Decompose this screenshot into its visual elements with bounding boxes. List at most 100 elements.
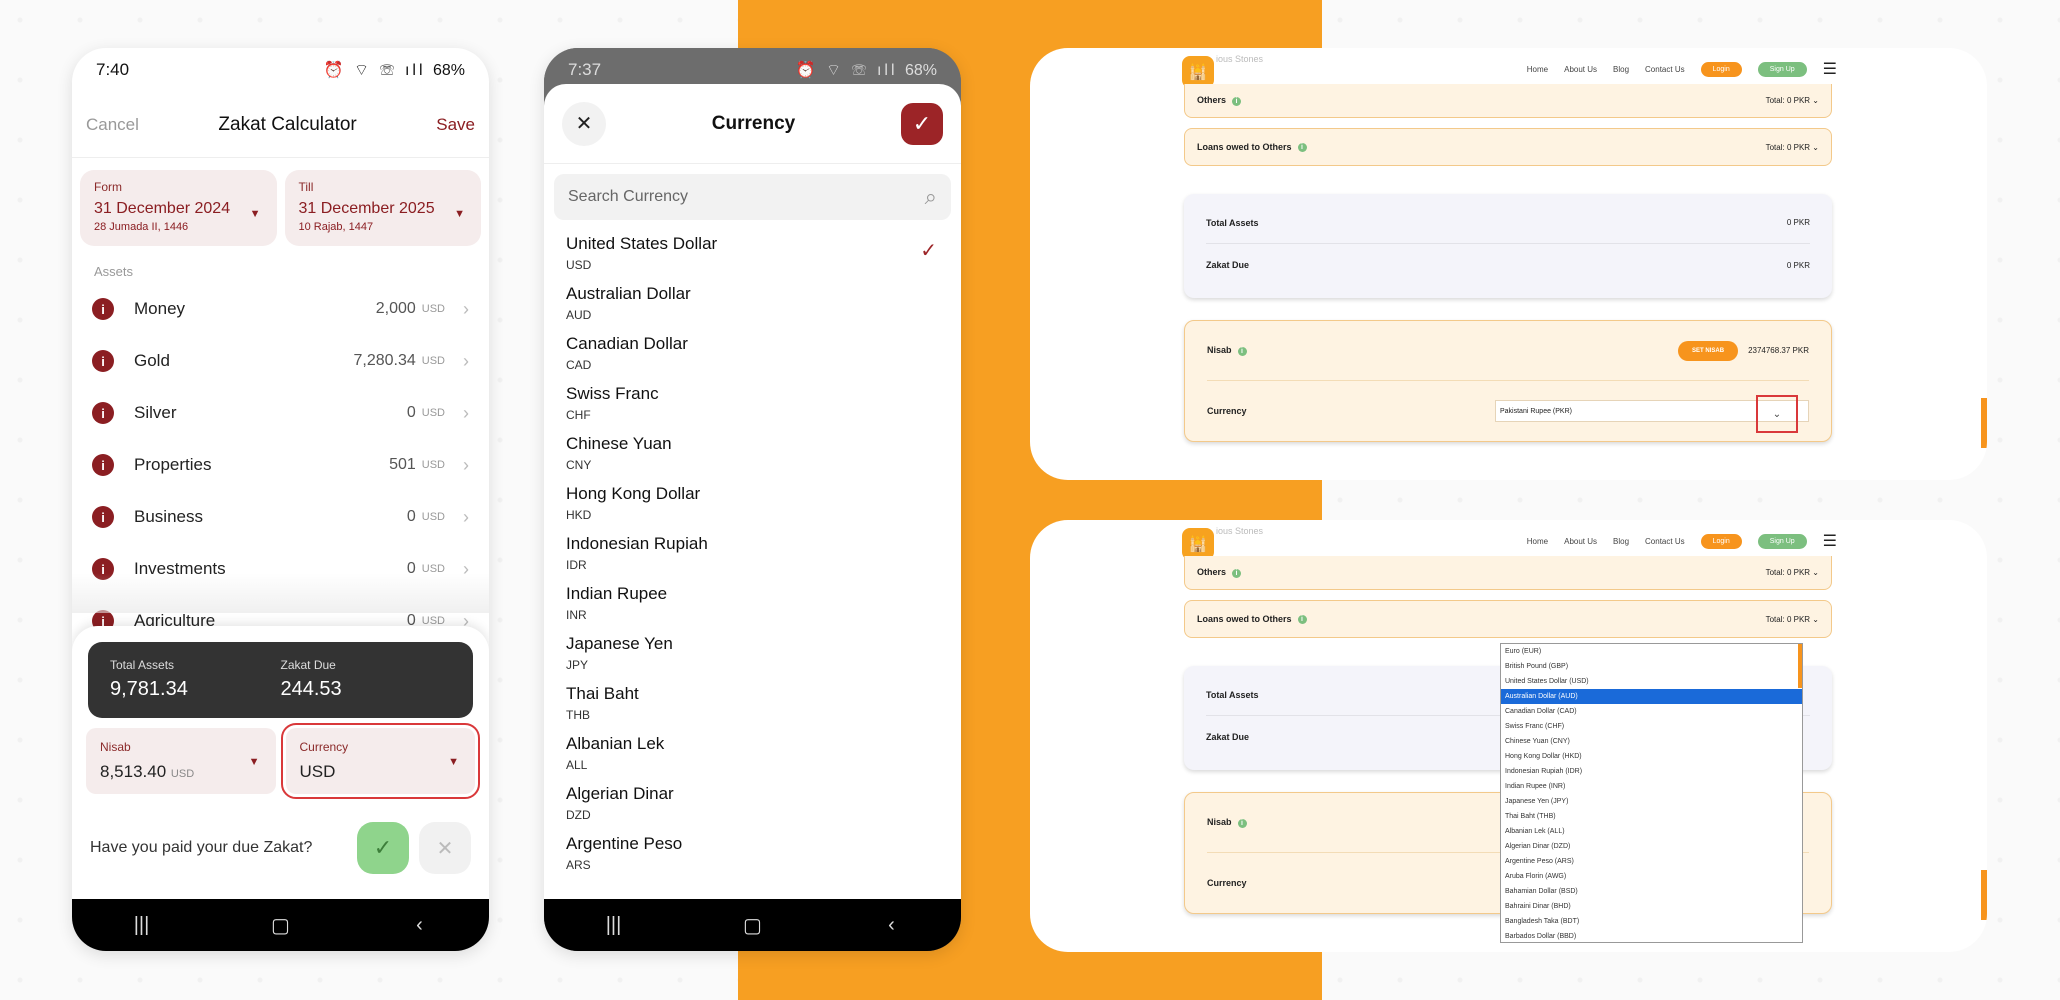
dropdown-option-selected[interactable]: Australian Dollar (AUD) [1501, 689, 1802, 704]
status-time: 7:40 [96, 60, 130, 79]
status-icons: ⏰ ⌔ ☏ ıll [323, 62, 433, 79]
currency-item-thb[interactable]: Thai Baht THB [544, 684, 961, 734]
recent-apps-icon[interactable]: ||| [112, 914, 172, 937]
page-title: Zakat Calculator [218, 113, 357, 135]
nav-link-contact[interactable]: Contact Us [1645, 537, 1685, 546]
menu-icon[interactable]: ☰ [1823, 531, 1837, 551]
nav-link-contact[interactable]: Contact Us [1645, 65, 1685, 74]
totals-card: Total Assets 9,781.34 Zakat Due 244.53 [88, 642, 473, 718]
dropdown-option[interactable]: Bahraini Dinar (BHD) [1501, 899, 1802, 914]
from-date-picker[interactable]: Form 31 December 2024 28 Jumada II, 1446… [80, 170, 277, 246]
login-button[interactable]: Login [1700, 61, 1742, 77]
close-button[interactable]: ✕ [562, 101, 606, 146]
cancel-button[interactable]: Cancel [86, 115, 139, 135]
currency-item-cad[interactable]: Canadian Dollar CAD [544, 334, 961, 384]
dropdown-option[interactable]: Swiss Franc (CHF) [1501, 719, 1802, 734]
home-icon[interactable]: ▢ [723, 913, 783, 938]
dropdown-option[interactable]: Euro (EUR) [1501, 644, 1802, 659]
chevron-right-icon: › [463, 506, 469, 527]
currency-select[interactable]: Pakistani Rupee (PKR) ⌄ [1495, 395, 1809, 433]
others-row[interactable]: Others i Total: 0 PKR ⌄ [1184, 84, 1832, 118]
nav-link-about[interactable]: About Us [1564, 537, 1597, 546]
dropdown-option[interactable]: Canadian Dollar (CAD) [1501, 704, 1802, 719]
battery-level: 68% [904, 62, 937, 79]
search-bar: ⌕ [554, 174, 951, 220]
dropdown-option[interactable]: Aruba Florin (AWG) [1501, 869, 1802, 884]
others-row[interactable]: Others i Total: 0 PKR ⌄ [1184, 556, 1832, 590]
nav-link-home[interactable]: Home [1527, 65, 1548, 74]
dropdown-option[interactable]: Indonesian Rupiah (IDR) [1501, 764, 1802, 779]
confirm-button[interactable]: ✓ [900, 102, 943, 145]
chevron-down-icon[interactable]: ⌄ [1756, 395, 1798, 433]
dropdown-option[interactable]: Bangladesh Taka (BDT) [1501, 914, 1802, 929]
currency-item-inr[interactable]: Indian Rupee INR [544, 584, 961, 634]
zakat-due-value: 244.53 [280, 678, 342, 700]
nav-link-home[interactable]: Home [1527, 537, 1548, 546]
caret-down-icon: ▼ [448, 756, 459, 768]
currency-item-aud[interactable]: Australian Dollar AUD [544, 284, 961, 334]
chevron-right-icon: › [463, 350, 469, 371]
summary-card: Total Assets 0 PKR Zakat Due 0 PKR [1184, 194, 1832, 298]
summary-sheet: Total Assets 9,781.34 Zakat Due 244.53 Nis… [72, 626, 489, 899]
till-date-picker[interactable]: Till 31 December 2025 10 Rajab, 1447 ▼ [284, 170, 481, 246]
back-icon[interactable]: ‹ [390, 914, 450, 937]
signup-button[interactable]: Sign Up [1757, 533, 1807, 549]
dropdown-option[interactable]: Albanian Lek (ALL) [1501, 824, 1802, 839]
dropdown-option[interactable]: Indian Rupee (INR) [1501, 779, 1802, 794]
status-time: 7:37 [568, 60, 602, 79]
set-nisab-button[interactable]: SET NISAB [1678, 340, 1739, 361]
currency-item-chf[interactable]: Swiss Franc CHF [544, 384, 961, 434]
currency-item-ars[interactable]: Argentine Peso ARS [544, 834, 961, 884]
dropdown-option[interactable]: Barbados Dollar (BBD) [1501, 929, 1802, 942]
currency-selector[interactable]: Currency USD ▼ [280, 723, 480, 799]
currency-item-hkd[interactable]: Hong Kong Dollar HKD [544, 484, 961, 534]
dropdown-option[interactable]: British Pound (GBP) [1501, 659, 1802, 674]
info-icon: i [1297, 143, 1307, 153]
chevron-right-icon: › [463, 402, 469, 423]
paid-yes-button[interactable]: ✓ [357, 822, 409, 874]
dropdown-option[interactable]: Hong Kong Dollar (HKD) [1501, 749, 1802, 764]
dropdown-option[interactable]: Chinese Yuan (CNY) [1501, 734, 1802, 749]
loans-row[interactable]: Loans owed to Others i Total: 0 PKR ⌄ [1184, 600, 1832, 638]
info-icon: i [92, 454, 114, 476]
signup-button[interactable]: Sign Up [1757, 61, 1807, 77]
caret-down-icon: ▼ [248, 756, 260, 768]
dropdown-scrollbar[interactable] [1798, 644, 1802, 688]
currency-item-all[interactable]: Albanian Lek ALL [544, 734, 961, 784]
currency-list: United States Dollar USD ✓ Australian Doll… [544, 220, 961, 884]
dropdown-option[interactable]: Japanese Yen (JPY) [1501, 794, 1802, 809]
nisab-selector[interactable]: Nisab 8,513.40 USD ▼ [86, 728, 276, 794]
currency-item-dzd[interactable]: Algerian Dinar DZD [544, 784, 961, 834]
dropdown-option[interactable]: Algerian Dinar (DZD) [1501, 839, 1802, 854]
phone-currency-picker: 7:37 ⏰ ⌔ ☏ ıll 68% ✕ Currency ✓ ⌕ United… [544, 48, 961, 951]
currency-item-cny[interactable]: Chinese Yuan CNY [544, 434, 961, 484]
sheet-title: Currency [711, 112, 796, 134]
paid-no-button[interactable]: ✕ [419, 822, 471, 874]
menu-icon[interactable]: ☰ [1823, 59, 1837, 79]
asset-row-properties[interactable]: i Properties 501 USD › [72, 439, 489, 491]
recent-apps-icon[interactable]: ||| [584, 914, 644, 937]
login-button[interactable]: Login [1700, 533, 1742, 549]
info-icon: i [92, 298, 114, 320]
loans-row[interactable]: Loans owed to Others i Total: 0 PKR ⌄ [1184, 128, 1832, 166]
dropdown-option[interactable]: Argentine Peso (ARS) [1501, 854, 1802, 869]
info-icon: i [92, 402, 114, 424]
nav-link-about[interactable]: About Us [1564, 65, 1597, 74]
currency-item-usd[interactable]: United States Dollar USD ✓ [544, 234, 961, 284]
currency-item-idr[interactable]: Indonesian Rupiah IDR [544, 534, 961, 584]
dropdown-option[interactable]: Bahamian Dollar (BSD) [1501, 884, 1802, 899]
dropdown-option[interactable]: United States Dollar (USD) [1501, 674, 1802, 689]
asset-row-money[interactable]: i Money 2,000 USD › [72, 283, 489, 335]
nav-link-blog[interactable]: Blog [1613, 537, 1629, 546]
currency-item-jpy[interactable]: Japanese Yen JPY [544, 634, 961, 684]
app-header: Cancel Zakat Calculator Save [72, 92, 489, 158]
search-input[interactable] [568, 188, 925, 206]
asset-row-business[interactable]: i Business 0 USD › [72, 491, 489, 543]
dropdown-option[interactable]: Thai Baht (THB) [1501, 809, 1802, 824]
asset-row-gold[interactable]: i Gold 7,280.34 USD › [72, 335, 489, 387]
nav-link-blog[interactable]: Blog [1613, 65, 1629, 74]
save-button[interactable]: Save [436, 115, 475, 135]
back-icon[interactable]: ‹ [862, 914, 922, 937]
home-icon[interactable]: ▢ [251, 913, 311, 938]
asset-row-silver[interactable]: i Silver 0 USD › [72, 387, 489, 439]
